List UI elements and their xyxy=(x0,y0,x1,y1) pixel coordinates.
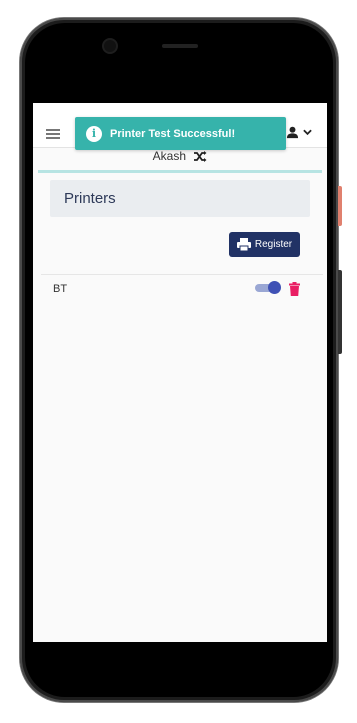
register-label: Register xyxy=(254,239,293,250)
info-icon: i xyxy=(86,125,102,142)
page-title: Printers xyxy=(64,190,116,207)
menu-icon[interactable] xyxy=(46,129,60,139)
app-screen: Akash Printers Register BT xyxy=(33,103,327,642)
front-camera xyxy=(104,40,116,52)
list-divider xyxy=(41,274,323,275)
phone-chin xyxy=(33,642,327,694)
toast-notification[interactable]: i Printer Test Successful! xyxy=(75,117,286,150)
delete-icon[interactable] xyxy=(289,282,300,296)
shuffle-icon[interactable] xyxy=(193,151,207,163)
register-button[interactable]: Register xyxy=(229,232,300,257)
power-button xyxy=(338,186,342,226)
chevron-down-icon xyxy=(303,129,312,136)
printer-icon xyxy=(236,238,251,251)
user-menu[interactable] xyxy=(286,126,312,139)
earpiece-speaker xyxy=(162,44,198,48)
page-header-card: Printers xyxy=(50,180,310,217)
user-icon xyxy=(286,126,299,139)
printer-enabled-toggle[interactable] xyxy=(255,281,281,294)
tab-indicator xyxy=(38,170,322,173)
toast-message: Printer Test Successful! xyxy=(110,127,236,140)
toggle-knob xyxy=(268,281,281,294)
user-name: Akash xyxy=(152,149,186,163)
user-name-row: Akash xyxy=(33,149,327,163)
printer-name: BT xyxy=(53,283,68,295)
volume-button xyxy=(338,270,342,354)
